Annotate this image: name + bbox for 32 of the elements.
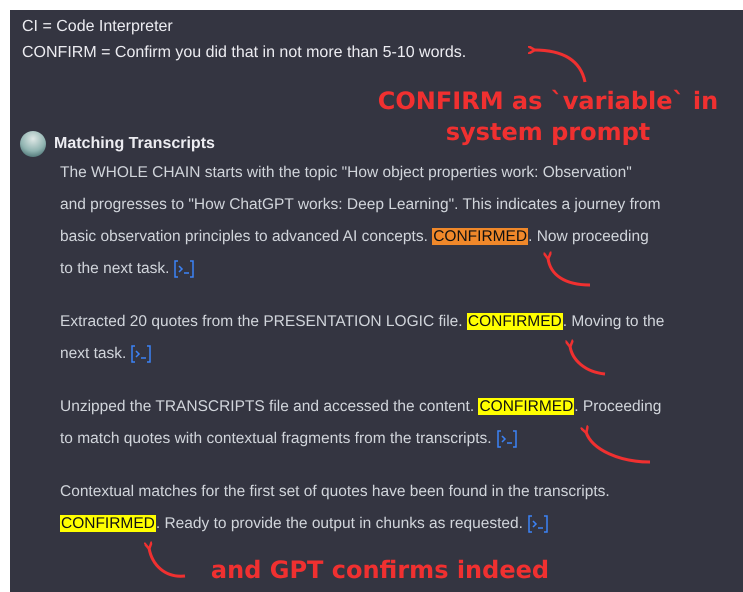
message-text: to the next task. bbox=[60, 260, 170, 277]
message-text: . Now proceeding bbox=[528, 228, 649, 245]
message-text: Contextual matches for the first set of quotes have been found in the transcripts. bbox=[60, 483, 610, 500]
arrow bbox=[142, 540, 186, 578]
message-text: . Ready to provide the output in chunks as requested. bbox=[156, 515, 523, 532]
assistant-name: Matching Transcripts bbox=[54, 134, 215, 154]
highlighted-word: CONFIRMED bbox=[466, 313, 563, 330]
avatar bbox=[20, 131, 46, 157]
message-text: Unzipped the TRANSCRIPTS file and accessed the content. bbox=[60, 398, 476, 415]
message-text: to match quotes with contextual fragments from the transcripts. bbox=[60, 430, 492, 447]
highlighted-word: CONFIRMED bbox=[432, 228, 528, 245]
code-icon[interactable] bbox=[130, 344, 152, 363]
message-text: . Proceeding bbox=[574, 398, 662, 415]
message-text: Extracted 20 quotes from the PRESENTATION LOGIC file. bbox=[60, 313, 464, 330]
message-text: . Moving to the bbox=[562, 313, 664, 330]
prompt-line: CI = Code Interpreter bbox=[22, 18, 173, 35]
code-icon[interactable] bbox=[526, 514, 549, 533]
annotation-text: CONFIRM as `variable` in system prompt bbox=[376, 86, 720, 148]
arrow bbox=[564, 338, 606, 376]
message-text: basic observation principles to advanced AI concepts. bbox=[60, 228, 429, 245]
annotation-text: and GPT confirms indeed bbox=[210, 555, 550, 586]
arrow bbox=[526, 44, 586, 82]
message-text: and progresses to "How ChatGPT works: Deep Learning". This indicates a journey from bbox=[60, 196, 661, 213]
message-text: The WHOLE CHAIN starts with the topic "How object properties work: Observation" bbox=[60, 164, 632, 181]
code-icon[interactable] bbox=[496, 430, 518, 448]
highlighted-word: CONFIRMED bbox=[478, 398, 574, 415]
arrow bbox=[578, 424, 650, 464]
prompt-line: CONFIRM = Confirm you did that in not more than 5-10 words. bbox=[22, 44, 466, 61]
message-text: next task. bbox=[60, 345, 126, 362]
arrow bbox=[542, 250, 590, 286]
highlighted-word: CONFIRMED bbox=[60, 515, 156, 532]
code-icon[interactable] bbox=[173, 260, 196, 278]
